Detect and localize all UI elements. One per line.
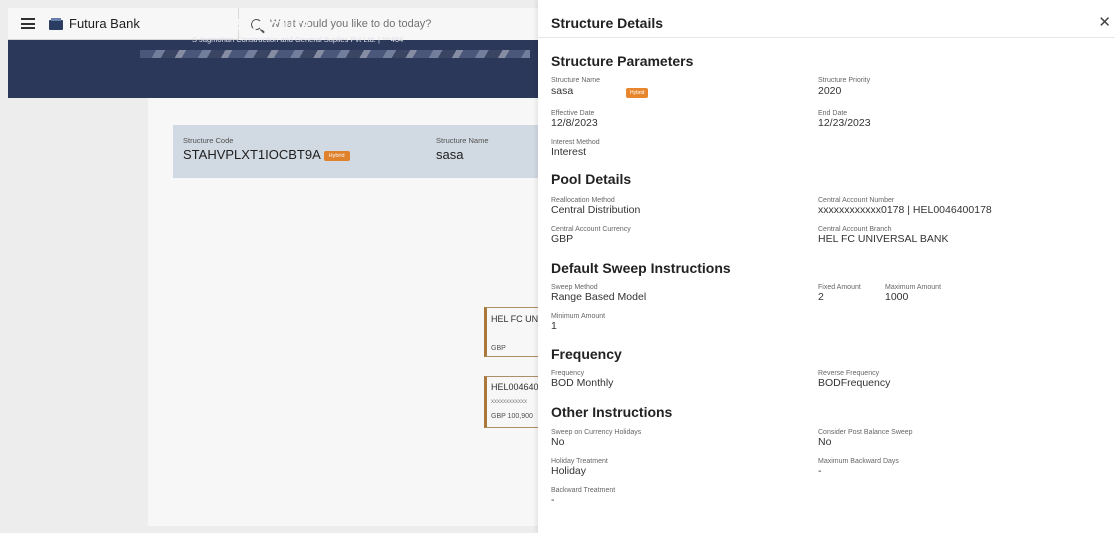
structure-code-value: STAHVPLXT1IOCBT9A Hybrid [183,147,350,162]
central-account-currency-value: GBP [551,233,574,245]
central-account-branch-value: HEL FC UNIVERSAL BANK [818,233,949,245]
structure-name-value: sasa [551,85,574,97]
section-pool-details: Pool Details [551,171,632,187]
drawer-header: Structure Details ✕ [538,0,1115,38]
reallocation-method-label: Reallocation Method [551,197,615,204]
structure-name-value: sasa [436,147,464,162]
central-account-number-value: xxxxxxxxxxxx0178 | HEL0046400178 [818,204,992,216]
structure-details-drawer: Structure Details ✕ Structure Parameters… [538,0,1115,533]
frequency-value: BOD Monthly [551,377,614,389]
account-node[interactable]: HEL004640 xxxxxxxxxxxx GBP 100,900 [484,376,542,428]
max-backward-days-label: Maximum Backward Days [818,458,899,465]
central-account-branch-label: Central Account Branch [818,226,892,233]
effective-date-value: 12/8/2023 [551,117,598,129]
drawer-title: Structure Details [551,15,664,31]
section-default-sweep-instructions: Default Sweep Instructions [551,260,731,276]
structure-priority-value: 2020 [818,85,842,97]
reallocation-method-value: Central Distribution [551,204,641,216]
fixed-amount-value: 2 [818,291,824,303]
structure-priority-label: Structure Priority [818,77,871,84]
max-backward-days-value: - [818,465,822,477]
structure-name-label: Structure Name [436,136,489,145]
reverse-frequency-label: Reverse Frequency [818,370,880,377]
backward-treatment-label: Backward Treatment [551,487,616,494]
bank-logo-icon [49,17,63,30]
brand-name: Futura Bank [69,16,140,31]
hybrid-badge: Hybrid [626,88,649,98]
maximum-amount-label: Maximum Amount [885,284,942,291]
end-date-value: 12/23/2023 [818,117,871,129]
interest-method-value: Interest [551,146,587,158]
sweep-method-value: Range Based Model [551,291,647,303]
node-currency: GBP [491,345,506,352]
structure-summary-card: Structure Code STAHVPLXT1IOCBT9A Hybrid … [173,125,538,178]
section-frequency: Frequency [551,346,622,362]
section-structure-parameters: Structure Parameters [551,53,694,69]
post-balance-sweep-label: Consider Post Balance Sweep [818,429,913,436]
holiday-treatment-label: Holiday Treatment [551,458,608,465]
end-date-label: End Date [818,110,848,117]
node-balance: GBP 100,900 [491,413,533,420]
menu-icon[interactable] [21,18,35,29]
node-title: HEL004640 [491,382,539,392]
central-account-currency-label: Central Account Currency [551,226,631,233]
node-account-number: xxxxxxxxxxxx [491,399,527,405]
brand[interactable]: Futura Bank [49,16,140,31]
effective-date-label: Effective Date [551,110,595,117]
hybrid-badge: Hybrid [323,150,350,161]
central-account-number-label: Central Account Number [818,197,895,204]
page-title: View Structure [192,15,311,34]
backward-treatment-value: - [551,494,555,506]
sweep-method-label: Sweep Method [551,284,598,291]
page-header [8,40,538,98]
minimum-amount-value: 1 [551,320,557,332]
section-other-instructions: Other Instructions [551,404,673,420]
header-decoration [140,50,530,58]
structure-name-label: Structure Name [551,77,601,84]
account-node[interactable]: HEL FC UNI GBP [484,307,542,357]
structure-code-label: Structure Code [183,136,234,145]
maximum-amount-value: 1000 [885,291,909,303]
close-icon[interactable]: ✕ [1098,13,1111,31]
frequency-label: Frequency [551,370,585,377]
sweep-currency-holidays-value: No [551,436,565,448]
page-subtitle: S Jagmohan Construction and General Supl… [192,35,404,44]
holiday-treatment-value: Holiday [551,465,587,477]
node-title: HEL FC UNI [491,314,541,324]
fixed-amount-label: Fixed Amount [818,284,861,291]
interest-method-label: Interest Method [551,139,600,146]
sweep-currency-holidays-label: Sweep on Currency Holidays [551,429,642,436]
reverse-frequency-value: BODFrequency [818,377,891,389]
post-balance-sweep-value: No [818,436,832,448]
minimum-amount-label: Minimum Amount [551,313,606,320]
back-arrow-icon[interactable]: ↑ [175,19,182,35]
